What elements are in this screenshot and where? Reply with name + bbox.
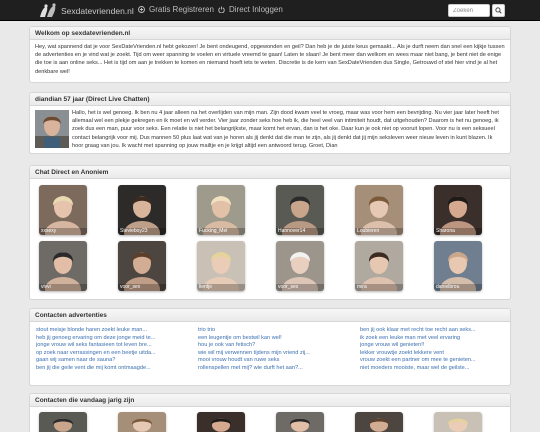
chat-profile-thumbnail[interactable]: voor_sex bbox=[118, 241, 166, 291]
chat-profile-thumbnail[interactable]: vivvi bbox=[39, 241, 87, 291]
login-link[interactable]: Direct Inloggen bbox=[218, 5, 283, 14]
ad-link[interactable]: wie wil mij verwennen tijdens mijn vrien… bbox=[198, 350, 348, 358]
ad-link[interactable]: heb jij genoeg ervaring om deze jonge me… bbox=[36, 335, 186, 343]
ads-column-2: trio trio een leugentje om bestwil kan we… bbox=[198, 327, 348, 373]
ad-link[interactable]: gaan wij samen naar de sauna? bbox=[36, 357, 186, 365]
welcome-heading: Welkom op sexdatevrienden.nl bbox=[30, 27, 510, 40]
chat-heading: Chat Direct en Anoniem bbox=[30, 166, 510, 179]
chat-profile-name: Fucking_Mel bbox=[197, 228, 245, 235]
welcome-panel: Welkom op sexdatevrienden.nl Hey, wat sp… bbox=[29, 26, 511, 83]
login-label: Direct Inloggen bbox=[229, 5, 283, 14]
ad-link[interactable]: hou je ook van fetisch? bbox=[198, 342, 348, 350]
ads-panel: Contacten advertenties stout meisje blon… bbox=[29, 308, 511, 386]
brand-logo-icon bbox=[40, 3, 56, 17]
chat-profile-name: Stevieboy23 bbox=[118, 228, 166, 235]
chat-profile-name: Hannover14 bbox=[276, 228, 324, 235]
birthday-profile-thumbnail[interactable] bbox=[276, 412, 324, 432]
ad-link[interactable]: een leugentje om bestwil kan wel! bbox=[198, 335, 348, 343]
ad-link[interactable]: mooi vrouw houdt van ruwe seks bbox=[198, 357, 348, 365]
chat-profile-thumbnail[interactable]: danielbrou bbox=[434, 241, 482, 291]
birthday-profile-thumbnail[interactable] bbox=[434, 412, 482, 432]
search-input[interactable] bbox=[448, 4, 490, 17]
chat-profile-name: mira bbox=[355, 284, 403, 291]
chat-profile-thumbnail[interactable]: Loubieren bbox=[355, 185, 403, 235]
featured-profile-panel: diandian 57 jaar (Direct Live Chatten) H… bbox=[29, 92, 511, 154]
chat-profile-thumbnail[interactable]: lientje bbox=[197, 241, 245, 291]
birthday-heading: Contacten die vandaag jarig zijn bbox=[30, 394, 510, 407]
chat-profile-thumbnail[interactable]: xxsexy bbox=[39, 185, 87, 235]
chat-profile-thumbnail[interactable]: Fucking_Mel bbox=[197, 185, 245, 235]
chat-profile-name: voor_sex bbox=[276, 284, 324, 291]
ad-link[interactable]: op zoek naar verrassingen en een beetje … bbox=[36, 350, 186, 358]
ads-column-3: ben jij ook klaar met recht toe recht aa… bbox=[360, 327, 510, 373]
ad-link[interactable]: jonge vrouw wil seks fantasieen tot leve… bbox=[36, 342, 186, 350]
ad-link[interactable]: niet moeders mooiste, maar wel de geilst… bbox=[360, 365, 510, 373]
profile-photo[interactable] bbox=[35, 110, 69, 148]
register-label: Gratis Registreren bbox=[149, 5, 214, 14]
register-link[interactable]: Gratis Registreren bbox=[138, 5, 214, 14]
ad-link[interactable]: ik zoek een leuke man met veel ervaring bbox=[360, 335, 510, 343]
chat-profile-name: xxsexy bbox=[39, 228, 87, 235]
profile-heading[interactable]: diandian 57 jaar (Direct Live Chatten) bbox=[30, 93, 510, 106]
birthday-profile-thumbnail[interactable] bbox=[118, 412, 166, 432]
ad-link[interactable]: vrouw zoekt een partner om mee te geniet… bbox=[360, 357, 510, 365]
ad-link[interactable]: ben jij ook klaar met recht toe recht aa… bbox=[360, 327, 510, 335]
chat-profile-thumbnail[interactable]: mira bbox=[355, 241, 403, 291]
ad-link[interactable]: lekker vrouwtje zoekt lekkere vent bbox=[360, 350, 510, 358]
chat-profile-thumbnail[interactable]: Hannover14 bbox=[276, 185, 324, 235]
chat-profile-name: lientje bbox=[197, 284, 245, 291]
top-navbar: Sexdatevrienden.nl Gratis Registreren Di… bbox=[0, 0, 540, 21]
ad-link[interactable]: rollenspellen met mij? wie durft het aan… bbox=[198, 365, 348, 373]
chat-profile-name: Sharona bbox=[434, 228, 482, 235]
chat-profile-name: vivvi bbox=[39, 284, 87, 291]
brand-link[interactable]: Sexdatevrienden.nl bbox=[38, 2, 134, 19]
birthday-panel: Contacten die vandaag jarig zijn bbox=[29, 393, 511, 432]
chat-profile-thumbnail[interactable]: voor_sex bbox=[276, 241, 324, 291]
birthday-profile-thumbnail[interactable] bbox=[355, 412, 403, 432]
search-button[interactable] bbox=[492, 4, 505, 17]
ad-link[interactable]: trio trio bbox=[198, 327, 348, 335]
welcome-text: Hey, wat spannend dat je voor SexDateVri… bbox=[35, 44, 505, 75]
search-icon bbox=[495, 7, 502, 14]
birthday-thumbnail-row bbox=[39, 412, 499, 432]
chat-profile-name: danielbrou bbox=[434, 284, 482, 291]
ad-link[interactable]: ben jij die geile vent die mij komt ontm… bbox=[36, 365, 186, 373]
plus-circle-icon bbox=[138, 6, 145, 13]
ad-link[interactable]: jonge vrouw wil genieten!! bbox=[360, 342, 510, 350]
chat-thumbnail-grid: xxsexy Stevieboy23 Fucking_Mel Hannover1… bbox=[39, 185, 499, 293]
power-icon bbox=[218, 6, 225, 13]
brand-name: Sexdatevrienden.nl bbox=[61, 5, 134, 16]
ads-heading: Contacten advertenties bbox=[30, 309, 510, 322]
birthday-profile-thumbnail[interactable] bbox=[197, 412, 245, 432]
profile-text: Hallo, het is wel genoeg. Ik ben nu 4 ja… bbox=[72, 110, 499, 149]
birthday-profile-thumbnail[interactable] bbox=[39, 412, 87, 432]
ad-link[interactable]: stout meisje blonde haren zoekt leuke ma… bbox=[36, 327, 186, 335]
chat-profile-name: voor_sex bbox=[118, 284, 166, 291]
ads-column-1: stout meisje blonde haren zoekt leuke ma… bbox=[36, 327, 186, 373]
chat-profile-thumbnail[interactable]: Stevieboy23 bbox=[118, 185, 166, 235]
chat-panel: Chat Direct en Anoniem xxsexy Stevieboy2… bbox=[29, 165, 511, 300]
chat-profile-name: Loubieren bbox=[355, 228, 403, 235]
chat-profile-thumbnail[interactable]: Sharona bbox=[434, 185, 482, 235]
